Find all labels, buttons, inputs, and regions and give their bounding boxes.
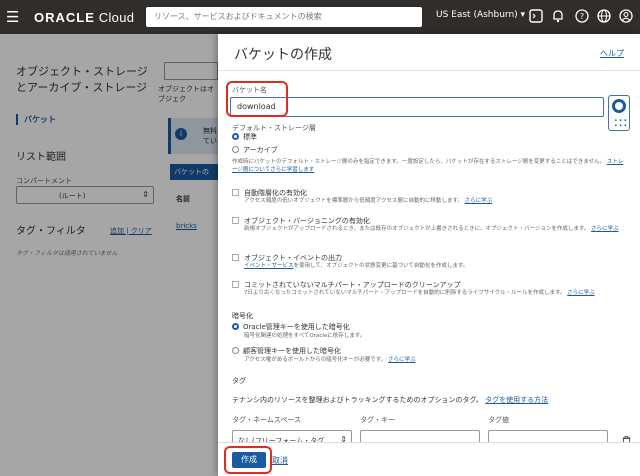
cancel-link[interactable]: 取消 — [272, 455, 288, 466]
region-selector[interactable]: US East (Ashburn) ▾ — [436, 10, 525, 20]
menu-icon[interactable]: ☰ — [6, 9, 28, 25]
auto-tiering-learn-link[interactable]: さらに学ぶ — [465, 198, 493, 204]
versioning-learn-link[interactable]: さらに学ぶ — [591, 226, 619, 232]
auto-tiering-checkbox[interactable] — [232, 189, 239, 196]
cleanup-label: コミットされていないマルチパート・アップロードのクリーンアップ — [244, 281, 461, 289]
customer-key-desc: アクセス権があるボールトからの暗号化キーが必要です。 さらに学ぶ — [244, 357, 416, 363]
grid-dots-icon: ∙∙∙ ∙∙∙ — [614, 117, 629, 129]
lifebuoy-icon — [612, 99, 626, 113]
tag-namespace-column: タグ・ネームスペース — [232, 416, 301, 424]
radio-archive[interactable] — [232, 146, 239, 153]
create-bucket-panel: バケットの作成 ヘルプ バケット名 download ∙∙∙ ∙∙∙ デフォルト… — [218, 34, 640, 476]
bell-icon[interactable] — [550, 9, 566, 25]
tag-key-column: タグ・キー — [360, 416, 395, 424]
versioning-desc: 新規オブジェクトがアップロードされるとき、または既存のオブジェクトが上書きされる… — [244, 226, 619, 232]
radio-customer-key[interactable] — [232, 347, 239, 354]
cleanup-checkbox[interactable] — [232, 281, 239, 288]
events-checkbox[interactable] — [232, 254, 239, 261]
versioning-label: オブジェクト・バージョニングの有効化 — [244, 217, 370, 225]
panel-footer: 作成 取消 — [218, 442, 640, 476]
auto-tiering-label: 自動階層化の有効化 — [244, 189, 307, 197]
tags-howto-link[interactable]: タグを使用する方法 — [485, 396, 548, 404]
radio-standard[interactable] — [232, 133, 239, 140]
auto-tiering-desc: アクセス頻度の低いオブジェクトを標準層から低頻度アクセス層に自動的に移動します。… — [244, 198, 493, 204]
user-icon[interactable] — [618, 9, 634, 25]
tag-value-column: タグ値 — [488, 416, 509, 424]
highlight-ring — [226, 81, 288, 117]
radio-oracle-key[interactable] — [232, 323, 239, 330]
terminal-icon[interactable] — [528, 9, 544, 25]
tags-label: タグ — [232, 377, 246, 385]
tier-note: 作成時にバケットのデフォルト・ストレージ層のみを指定できます。一度設定したら、バ… — [232, 159, 624, 173]
radio-oracle-key-label: Oracle管理キーを使用した暗号化 — [243, 323, 350, 331]
radio-standard-label: 標準 — [243, 133, 257, 141]
versioning-checkbox[interactable] — [232, 217, 239, 224]
modal-overlay[interactable] — [0, 34, 218, 476]
help-icon[interactable]: ? — [574, 9, 590, 25]
events-desc: イベント・サービスを使用して、オブジェクトの状態変更に基づいて自動化を作成します… — [244, 263, 469, 269]
top-bar: ☰ ORACLE Cloud リソース、サービスおよびドキュメントの検索 US … — [0, 0, 640, 34]
globe-icon[interactable] — [596, 9, 612, 25]
help-link[interactable]: ヘルプ — [600, 48, 624, 59]
highlight-ring — [224, 446, 272, 474]
oracle-key-desc: 暗号化関連の処理をすべてOracleに依存します。 — [244, 333, 366, 339]
cleanup-desc: 7日より古くなったコミットされていないマルチパート・アップロードを自動的に削除す… — [244, 290, 595, 296]
events-label: オブジェクト・イベントの出力 — [244, 254, 342, 262]
global-search-input[interactable]: リソース、サービスおよびドキュメントの検索 — [146, 7, 422, 27]
radio-customer-key-label: 顧客管理キーを使用した暗号化 — [243, 347, 341, 355]
oracle-cloud-logo[interactable]: ORACLE Cloud — [34, 10, 134, 25]
svg-text:?: ? — [580, 12, 584, 21]
events-service-link[interactable]: イベント・サービス — [244, 263, 294, 269]
help-widget[interactable]: ∙∙∙ ∙∙∙ — [608, 95, 630, 131]
cleanup-learn-link[interactable]: さらに学ぶ — [567, 290, 595, 296]
panel-title: バケットの作成 — [234, 47, 332, 63]
customer-key-learn-link[interactable]: さらに学ぶ — [388, 357, 416, 363]
tags-desc: テナンシ内のリソースを整理およびトラッキングするためのオプションのタグ。 タグを… — [232, 396, 549, 404]
panel-body: バケット名 download ∙∙∙ ∙∙∙ デフォルト・ストレージ層 標準 ア… — [218, 70, 640, 442]
radio-archive-label: アーカイブ — [243, 146, 278, 154]
encryption-label: 暗号化 — [232, 312, 253, 320]
